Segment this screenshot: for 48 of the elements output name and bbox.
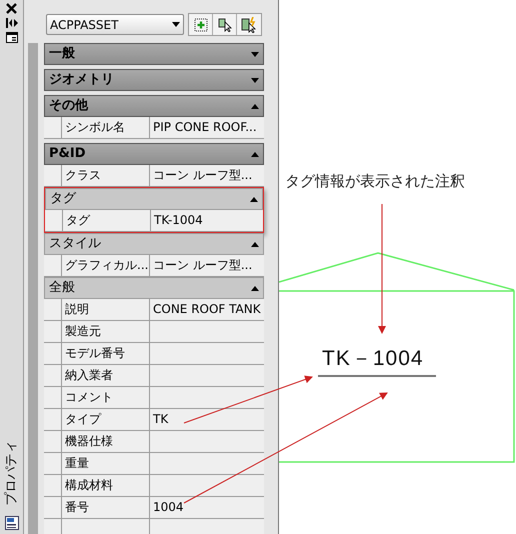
palette-icon[interactable] xyxy=(4,516,18,530)
dropdown-arrow-icon xyxy=(172,22,180,27)
property-label: グラフィカル... xyxy=(62,255,150,276)
property-value[interactable]: TK-1004 xyxy=(151,210,263,231)
property-label: 納入業者 xyxy=(62,365,150,386)
property-value[interactable]: PIP CONE ROOF... xyxy=(150,117,264,138)
category-header[interactable]: P&ID xyxy=(44,143,264,165)
property-label: 機器仕様 xyxy=(62,431,150,452)
property-label: コメント xyxy=(62,387,150,408)
property-label: タイプ xyxy=(62,409,150,430)
category-header[interactable]: 全般 xyxy=(44,277,264,299)
scrollbar-track[interactable] xyxy=(28,43,38,534)
quick-select-icon xyxy=(241,16,257,32)
property-value[interactable]: CONE ROOF TANK xyxy=(150,299,264,320)
category-header[interactable]: スタイル xyxy=(44,233,264,255)
property-value[interactable]: 1004 xyxy=(150,497,264,518)
expand-arrow-icon xyxy=(251,52,259,56)
annotation-caption: タグ情報が表示された注釈 xyxy=(285,171,465,192)
property-label: 番号 xyxy=(62,497,150,518)
property-label: 重量 xyxy=(62,453,150,474)
add-selection-icon xyxy=(194,18,208,32)
property-value[interactable]: コーン ルーフ型... xyxy=(150,165,264,186)
properties-menu-icon[interactable] xyxy=(6,32,18,43)
category-header[interactable]: タグ xyxy=(45,188,263,210)
property-label: 説明 xyxy=(62,299,150,320)
cursor-select-icon xyxy=(216,17,232,32)
expand-arrow-icon xyxy=(251,78,259,82)
tag-annotation-text: TK－1004 xyxy=(322,347,424,371)
property-value[interactable]: TK xyxy=(150,409,264,430)
category-header[interactable]: その他 xyxy=(44,95,264,117)
property-label: モデル番号 xyxy=(62,343,150,364)
property-label: 構成材料 xyxy=(62,475,150,496)
collapse-arrow-icon xyxy=(251,286,259,290)
category-header[interactable]: ジオメトリ xyxy=(44,69,264,91)
property-label: 製造元 xyxy=(62,321,150,342)
object-type-dropdown[interactable]: ACPPASSET xyxy=(46,14,184,35)
property-value[interactable]: コーン ルーフ型... xyxy=(150,255,264,276)
property-label: タグ xyxy=(63,210,151,231)
collapse-arrow-icon xyxy=(251,104,259,108)
property-label: クラス xyxy=(62,165,150,186)
category-header[interactable]: 一般 xyxy=(44,43,264,65)
auto-hide-icon[interactable] xyxy=(6,18,18,28)
collapse-arrow-icon xyxy=(251,152,259,156)
collapse-arrow-icon xyxy=(250,196,258,202)
close-icon[interactable] xyxy=(6,3,17,14)
property-label: シンボル名 xyxy=(62,117,150,138)
palette-title: プロパティ xyxy=(2,440,20,505)
collapse-arrow-icon xyxy=(251,242,259,246)
